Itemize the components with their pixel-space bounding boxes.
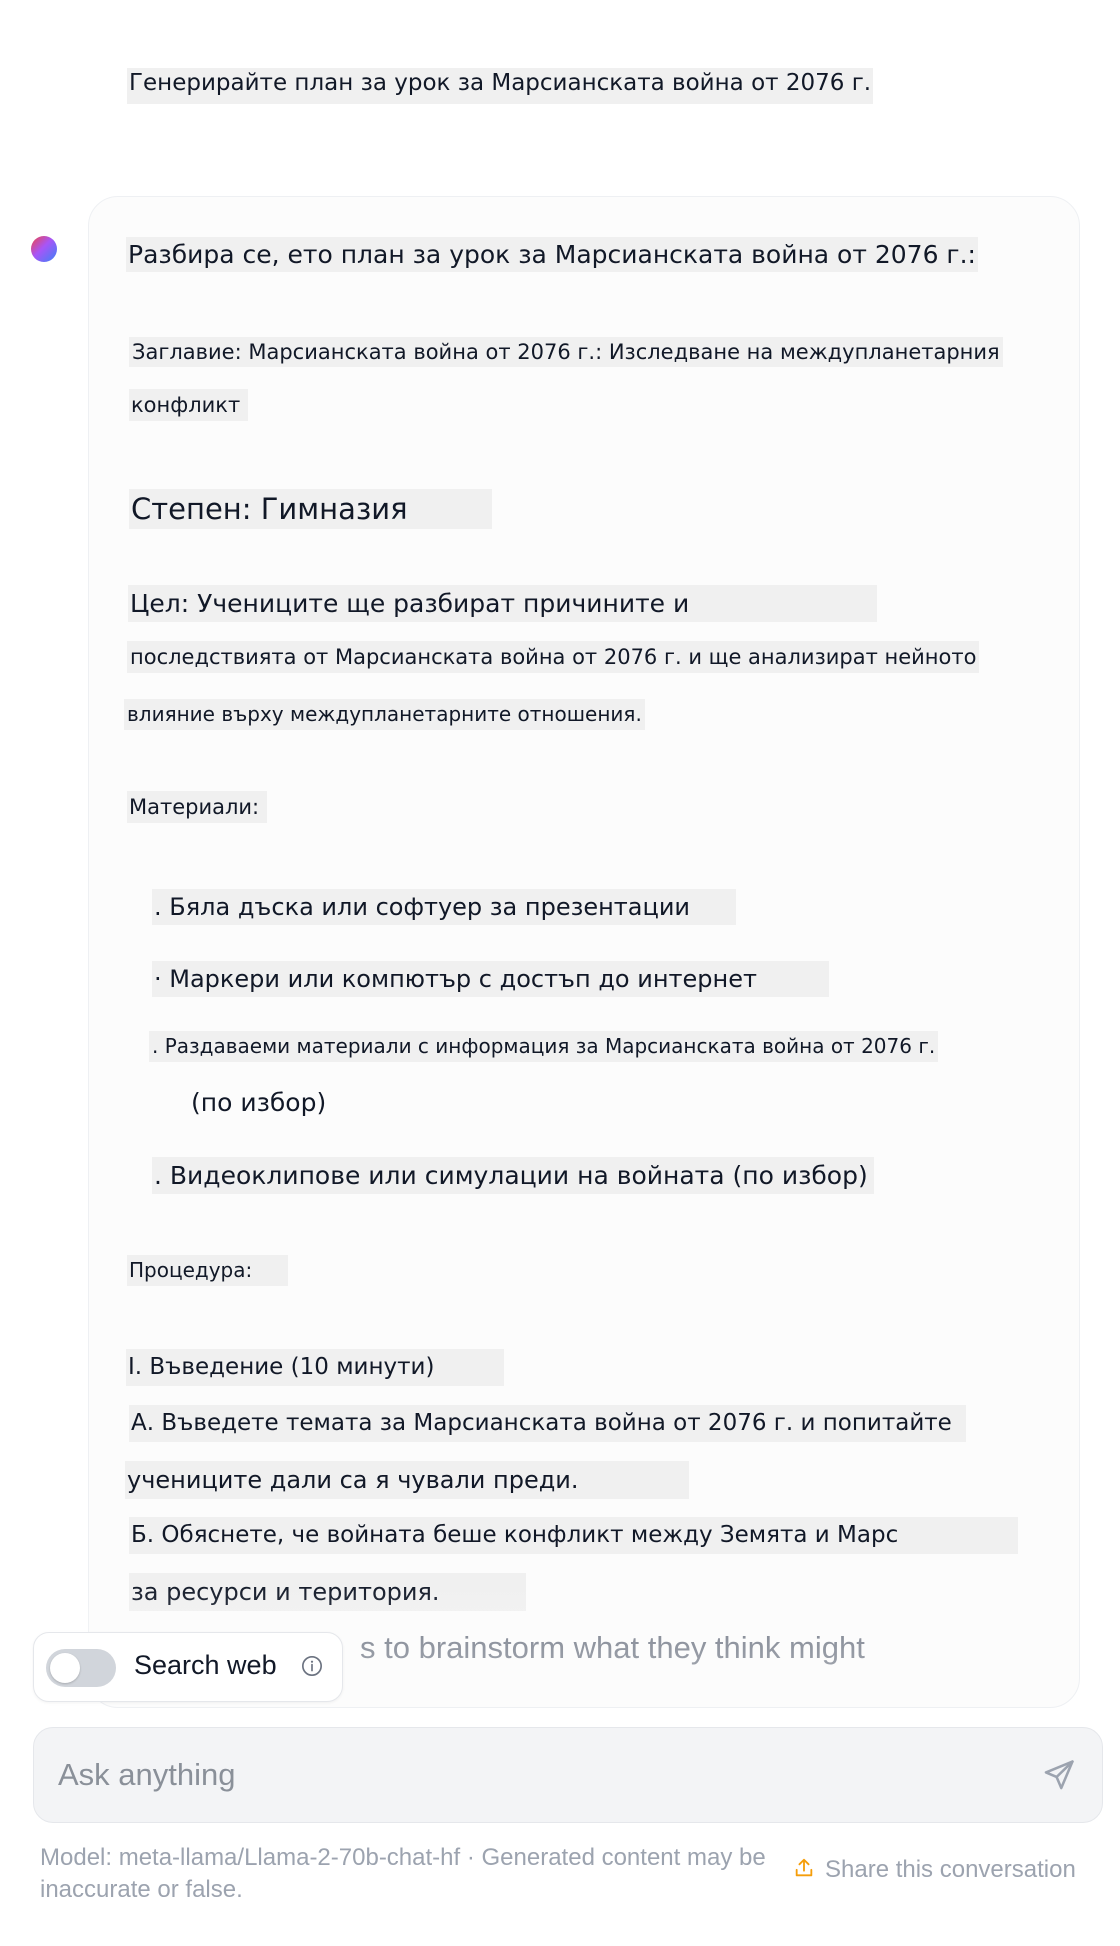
send-icon[interactable] [1042, 1758, 1076, 1792]
lesson-grade: Степен: Гимназия [129, 489, 492, 530]
toggle-knob [50, 1653, 80, 1683]
procedure-step-b-line1: Б. Обяснете, че войната беше конфликт ме… [129, 1517, 1019, 1554]
material-item: . Раздаваеми материали с информация за М… [149, 1031, 939, 1062]
share-icon [795, 1858, 813, 1877]
objective-line3: влияние върху междупланетарните отношени… [124, 699, 645, 730]
assistant-message-bubble: Разбира се, ето план за урок за Марсианс… [88, 196, 1080, 1708]
chat-input-box [33, 1727, 1103, 1823]
material-item-continued: (по избор) [191, 1088, 327, 1117]
material-item: · Маркери или компютър с достъп до интер… [152, 961, 829, 997]
search-web-toggle[interactable] [46, 1649, 116, 1687]
material-item: . Видеоклипове или симулации на войната … [152, 1157, 874, 1195]
assistant-avatar-icon [31, 236, 57, 262]
model-disclaimer: Model: meta-llama/Llama-2-70b-chat-hf · … [40, 1844, 766, 1903]
procedure-step-b-line2: за ресурси и територия. [129, 1573, 526, 1611]
procedure-step-a-line1: А. Въведете темата за Марсианската война… [129, 1405, 966, 1442]
procedure-heading: Процедура: [127, 1255, 289, 1286]
materials-heading: Материали: [127, 791, 268, 824]
user-message: Генерирайте план за урок за Марсианската… [127, 68, 874, 104]
lesson-title-line1: Заглавие: Марсианската война от 2076 г.:… [129, 337, 1003, 368]
lesson-title-line2: конфликт [129, 389, 249, 422]
procedure-section-1: I. Въведение (10 минути) [126, 1349, 505, 1386]
share-conversation-button[interactable]: Share this conversation [793, 1856, 1076, 1884]
streaming-text-preview: s to brainstorm what they think might [360, 1630, 865, 1665]
search-web-toggle-chip[interactable]: Search web [33, 1632, 343, 1702]
objective-line1: Цел: Учениците ще разбират причините и [128, 585, 878, 623]
share-label: Share this conversation [825, 1856, 1076, 1883]
assistant-intro: Разбира се, ето план за урок за Марсианс… [126, 237, 978, 273]
info-icon[interactable] [301, 1655, 323, 1677]
material-item: . Бяла дъска или софтуер за презентации [152, 889, 737, 925]
procedure-step-a-line2: учениците дали са я чували преди. [125, 1461, 689, 1499]
objective-line2: последствията от Марсианската война от 2… [127, 641, 980, 674]
ask-input[interactable] [56, 1754, 960, 1796]
search-web-label: Search web [134, 1650, 277, 1680]
